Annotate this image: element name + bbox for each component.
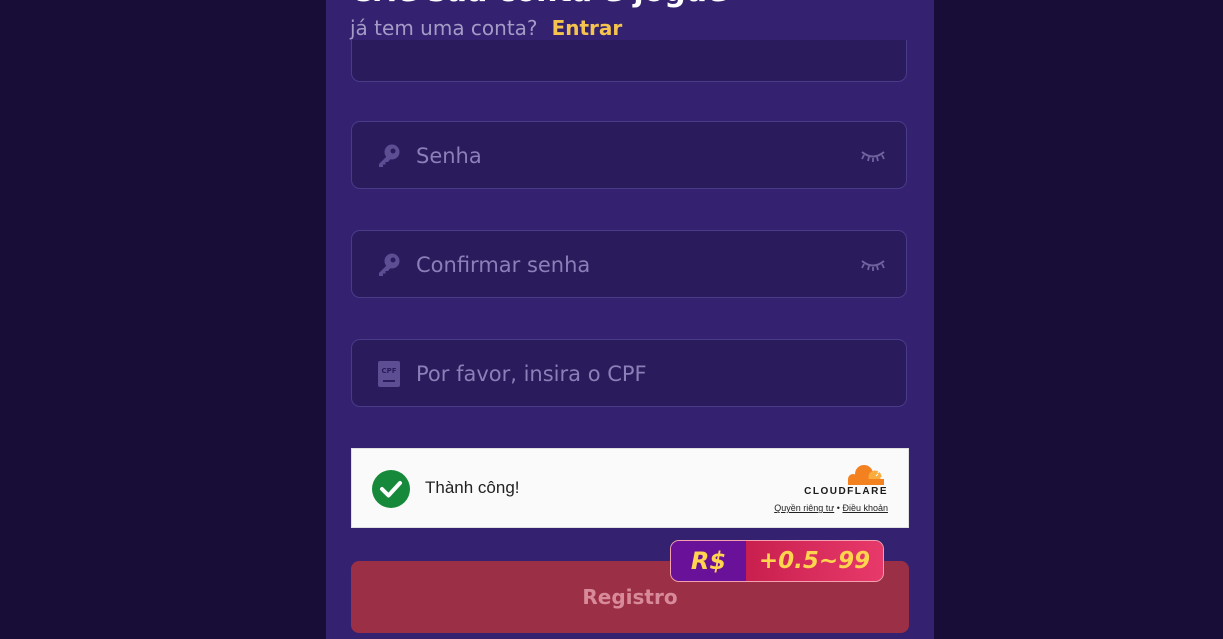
confirm-password-input[interactable] xyxy=(414,245,848,285)
bonus-badge: R$ +0.5~99 xyxy=(670,540,884,582)
login-link[interactable]: Entrar xyxy=(552,16,623,40)
password-input[interactable] xyxy=(414,136,848,176)
cpf-field[interactable]: CPF xyxy=(351,339,907,407)
link-separator: • xyxy=(836,503,840,513)
captcha-status: Thành công! xyxy=(425,478,520,497)
bonus-amount: +0.5~99 xyxy=(746,541,883,581)
eye-closed-icon[interactable] xyxy=(860,257,886,273)
cpf-input[interactable] xyxy=(414,354,848,394)
cloudflare-cloud-icon xyxy=(848,465,884,485)
cloudflare-links: Quyền riêng tư • Điều khoản xyxy=(774,503,888,513)
key-icon xyxy=(379,144,400,167)
login-prompt-row: já tem uma conta? Entrar xyxy=(350,16,622,40)
previous-field[interactable] xyxy=(351,40,907,82)
terms-link[interactable]: Điều khoản xyxy=(842,503,888,513)
cloudflare-turnstile[interactable]: Thành công! CLOUDFLARE Quyền riêng tư • … xyxy=(351,448,909,528)
key-icon xyxy=(379,253,400,276)
confirm-password-field[interactable] xyxy=(351,230,907,298)
cpf-card-icon: CPF xyxy=(378,361,400,387)
cpf-icon-text: CPF xyxy=(381,367,396,375)
password-field[interactable] xyxy=(351,121,907,189)
success-check-icon xyxy=(372,470,410,508)
login-prompt-text: já tem uma conta? xyxy=(350,16,538,40)
privacy-link[interactable]: Quyền riêng tư xyxy=(774,503,834,513)
page-title: Crie sua conta e jogue xyxy=(350,0,727,9)
bonus-currency: R$ xyxy=(671,541,746,581)
eye-closed-icon[interactable] xyxy=(860,148,886,164)
cloudflare-wordmark: CLOUDFLARE xyxy=(804,486,888,497)
